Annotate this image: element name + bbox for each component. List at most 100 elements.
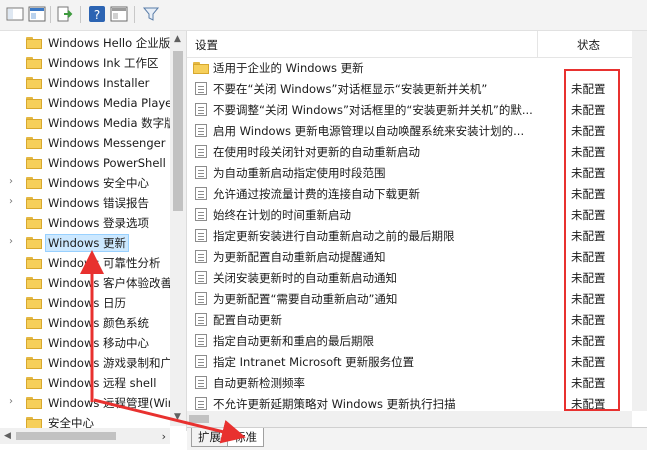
policy-setting-icon (195, 292, 207, 305)
tree-item[interactable]: › Windows 安全中心 (0, 173, 170, 193)
tree-item[interactable]: Windows PowerShell (0, 153, 170, 173)
tree-vertical-scrollbar[interactable]: ▲ ▼ (170, 31, 186, 426)
scroll-thumb[interactable] (189, 415, 209, 423)
expand-chevron-icon[interactable]: › (9, 177, 17, 187)
folder-icon (26, 237, 42, 249)
tab-extended[interactable]: 扩展 (191, 428, 228, 447)
column-header-state[interactable]: 状态 (577, 37, 600, 53)
folder-icon (26, 177, 42, 189)
folder-icon (193, 62, 209, 74)
tree-item-label: Windows 登录选项 (48, 216, 149, 230)
folder-icon (26, 37, 42, 49)
folder-icon (26, 397, 42, 409)
tree-item[interactable]: Windows 登录选项 (0, 213, 170, 233)
policy-setting-icon (195, 103, 207, 116)
policy-setting-icon (195, 250, 207, 263)
view-tabs: 扩展 标准 (187, 427, 647, 450)
extended-view-icon[interactable] (110, 5, 128, 23)
scroll-thumb[interactable] (173, 51, 183, 211)
back-icon[interactable] (6, 5, 24, 23)
list-item-label: 配置自动更新 (213, 313, 282, 327)
folder-icon (26, 337, 42, 349)
tree-item[interactable]: Windows 客户体验改善计划 (0, 273, 170, 293)
policy-setting-icon (195, 313, 207, 326)
list-item-label: 启用 Windows 更新电源管理以自动唤醒系统来安装计划的... (213, 124, 525, 138)
tree-item[interactable]: › Windows 错误报告 (0, 193, 170, 213)
tree-item-label: Windows PowerShell (48, 156, 166, 170)
list-item-label: 指定更新安装进行自动重新启动之前的最后期限 (213, 229, 455, 243)
tree-item[interactable]: Windows Messenger (0, 133, 170, 153)
folder-icon (26, 157, 42, 169)
tree-item-label: Windows 远程管理(WinRM) (48, 396, 170, 410)
folder-icon (26, 57, 42, 69)
tree-item[interactable]: Windows Media 数字版权管理 (0, 113, 170, 133)
tree-item-label: Windows Hello 企业版 (48, 36, 170, 50)
tree-item[interactable]: Windows 颜色系统 (0, 313, 170, 333)
list-item-label: 为更新配置“需要自动重新启动”通知 (213, 292, 398, 306)
list-vertical-scrollbar[interactable] (632, 31, 647, 411)
show-hide-tree-icon[interactable] (28, 5, 46, 23)
export-list-icon[interactable] (56, 5, 74, 23)
list-item-label: 为自动重新启动指定使用时段范围 (213, 166, 386, 180)
scroll-up-icon[interactable]: ▲ (174, 35, 181, 44)
list-item-label: 不要在“关闭 Windows”对话框显示“安装更新并关机” (213, 82, 488, 96)
navigation-tree: Windows Hello 企业版 Windows Ink 工作区 Windows … (0, 31, 187, 431)
list-item-label: 指定 Intranet Microsoft 更新服务位置 (213, 355, 415, 369)
tree-item[interactable]: Windows 游戏录制和广播 (0, 353, 170, 373)
list-item-label: 不允许更新延期策略对 Windows 更新执行扫描 (213, 397, 456, 411)
tree-item-label: Windows Ink 工作区 (48, 56, 159, 70)
tree-item[interactable]: Windows Media Player (0, 93, 170, 113)
folder-icon (26, 257, 42, 269)
list-item-label: 始终在计划的时间重新启动 (213, 208, 351, 222)
scroll-right-icon[interactable]: › (162, 430, 166, 443)
tree-item-label: Windows 安全中心 (48, 176, 149, 190)
policy-setting-icon (195, 397, 207, 410)
expand-chevron-icon[interactable]: › (9, 237, 17, 247)
scroll-thumb[interactable] (16, 432, 116, 440)
toolbar: ? (0, 0, 647, 31)
tree-item-label: Windows 可靠性分析 (48, 256, 161, 270)
tree-item-label: Windows 客户体验改善计划 (48, 276, 170, 290)
policy-setting-icon (195, 376, 207, 389)
help-icon[interactable]: ? (88, 5, 106, 23)
policy-setting-icon (195, 82, 207, 95)
list-item-label: 关闭安装更新时的自动重新启动通知 (213, 271, 397, 285)
tree-item[interactable]: Windows 日历 (0, 293, 170, 313)
list-item-label: 适用于企业的 Windows 更新 (213, 61, 364, 75)
filter-icon[interactable] (142, 5, 160, 23)
tree-item-label: Windows 错误报告 (48, 196, 149, 210)
expand-chevron-icon[interactable]: › (9, 397, 17, 407)
tab-standard[interactable]: 标准 (227, 428, 264, 447)
folder-icon (26, 77, 42, 89)
tree-item[interactable]: Windows Ink 工作区 (0, 53, 170, 73)
folder-icon (26, 317, 42, 329)
folder-icon (26, 137, 42, 149)
list-header: 设置 状态 (187, 31, 632, 58)
tree-item[interactable]: Windows 可靠性分析 (0, 253, 170, 273)
tree-item-label: Windows 日历 (48, 296, 126, 310)
column-header-setting[interactable]: 设置 (195, 37, 218, 53)
annotation-highlight-box (564, 69, 620, 411)
folder-icon (26, 357, 42, 369)
policy-setting-icon (195, 187, 207, 200)
tree-item[interactable]: Windows Hello 企业版 (0, 33, 170, 53)
policy-setting-icon (195, 229, 207, 242)
expand-chevron-icon[interactable]: › (9, 197, 17, 207)
scroll-down-icon[interactable]: ▼ (174, 413, 181, 422)
tree-item[interactable]: › Windows 更新 (0, 233, 170, 253)
tree-item[interactable]: Windows Installer (0, 73, 170, 93)
scroll-left-icon[interactable]: ◀ (4, 431, 11, 441)
tree-horizontal-scrollbar[interactable]: ◀ › (0, 428, 170, 444)
policy-setting-icon (195, 208, 207, 221)
folder-icon (26, 297, 42, 309)
list-item-label: 允许通过按流量计费的连接自动下载更新 (213, 187, 420, 201)
tree-item[interactable]: › Windows 远程管理(WinRM) (0, 393, 170, 413)
tree-item[interactable]: Windows 移动中心 (0, 333, 170, 353)
list-horizontal-scrollbar[interactable] (187, 411, 632, 427)
tree-item-label: Windows Installer (48, 76, 150, 90)
tree-item-label: Windows 远程 shell (48, 376, 157, 390)
folder-icon (26, 377, 42, 389)
tree-item[interactable]: Windows 远程 shell (0, 373, 170, 393)
tree-item-label: Windows 更新 (45, 234, 129, 252)
policy-setting-icon (195, 166, 207, 179)
